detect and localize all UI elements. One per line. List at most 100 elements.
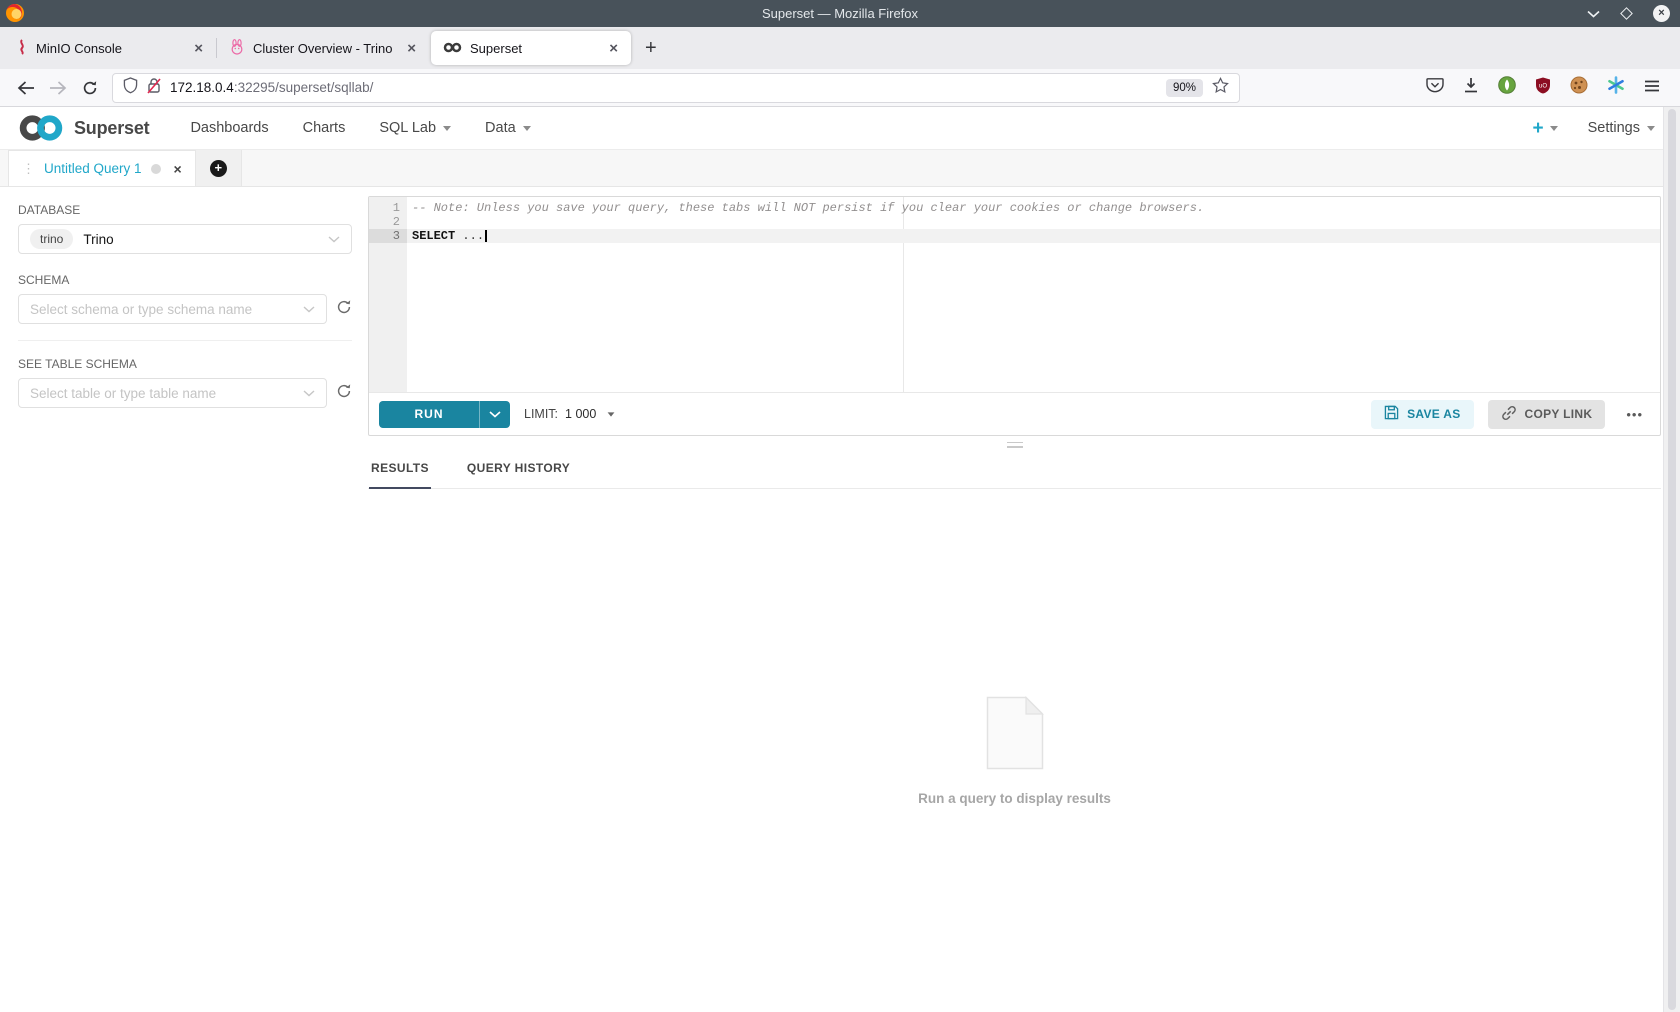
run-button[interactable]: RUN: [379, 400, 510, 428]
settings-label: Settings: [1587, 120, 1640, 136]
page-scrollbar[interactable]: [1663, 107, 1680, 1012]
tab-close-icon[interactable]: ×: [191, 40, 206, 57]
extension-green-icon[interactable]: [1498, 76, 1516, 99]
nav-charts[interactable]: Charts: [286, 120, 363, 136]
window-close-icon[interactable]: ×: [1653, 5, 1670, 22]
query-tab-close-icon[interactable]: ×: [174, 161, 182, 177]
copy-link-button[interactable]: COPY LINK: [1487, 399, 1606, 429]
url-text[interactable]: 172.18.0.4:32295/superset/sqllab/: [170, 80, 373, 95]
chevron-down-icon: [303, 389, 315, 397]
table-placeholder: Select table or type table name: [30, 385, 217, 401]
url-host: 172.18.0.4: [170, 80, 234, 95]
database-label: DATABASE: [18, 203, 81, 217]
brand-name: Superset: [74, 117, 150, 138]
sql-code-rest: ...: [455, 229, 485, 243]
forward-icon[interactable]: [42, 80, 74, 95]
scrollbar-thumb[interactable]: [1668, 109, 1676, 1010]
bookmark-star-icon[interactable]: [1212, 77, 1229, 98]
browser-tab-title: Cluster Overview - Trino: [253, 40, 393, 56]
line-number: 1: [392, 201, 400, 215]
tab-query-history[interactable]: QUERY HISTORY: [465, 451, 572, 488]
window-minimize-icon[interactable]: [1587, 5, 1600, 23]
back-icon[interactable]: [10, 80, 42, 95]
empty-document-icon: [986, 695, 1044, 775]
window-title: Superset — Mozilla Firefox: [761, 6, 919, 21]
sparkle-extension-icon[interactable]: [1607, 76, 1625, 99]
nav-label: SQL Lab: [379, 120, 437, 136]
minio-favicon-icon: [16, 38, 28, 58]
new-tab-button[interactable]: +: [633, 37, 669, 60]
url-path: :32295/superset/sqllab/: [233, 80, 374, 95]
menu-hamburger-icon[interactable]: [1644, 79, 1660, 97]
main-nav: Dashboards Charts SQL Lab Data: [173, 120, 547, 136]
settings-menu[interactable]: Settings: [1588, 120, 1655, 136]
browser-tab-minio[interactable]: MinIO Console ×: [4, 27, 216, 69]
drag-handle-icon[interactable]: ⋮: [22, 161, 35, 177]
tab-close-icon[interactable]: ×: [404, 40, 419, 57]
superset-favicon-icon: [443, 41, 462, 56]
limit-label: LIMIT:: [524, 407, 559, 421]
cookie-icon[interactable]: [1570, 76, 1588, 99]
ublock-shield-icon[interactable]: uO: [1535, 77, 1551, 99]
nav-data[interactable]: Data: [468, 120, 548, 136]
query-tab-untitled[interactable]: ⋮ Untitled Query 1 ×: [8, 150, 196, 186]
superset-logo-icon: [19, 115, 63, 141]
nav-label: Dashboards: [190, 120, 269, 136]
caret-down-icon: [1549, 125, 1558, 131]
line-number-gutter: 1 2 3: [369, 197, 407, 392]
save-icon: [1384, 405, 1399, 423]
superset-brand[interactable]: Superset: [17, 115, 150, 141]
plus-circle-icon: +: [209, 159, 227, 177]
add-query-tab-button[interactable]: +: [195, 150, 242, 186]
empty-state-message: Run a query to display results: [918, 790, 1111, 806]
svg-text:uO: uO: [1539, 83, 1547, 89]
shield-icon[interactable]: [123, 76, 138, 99]
code-editor-area[interactable]: 1 2 3 -- Note: Unless you save your quer…: [369, 197, 1660, 392]
sql-editor: 1 2 3 -- Note: Unless you save your quer…: [368, 196, 1661, 436]
pocket-icon[interactable]: [1426, 77, 1444, 98]
refresh-table-icon[interactable]: [336, 383, 352, 404]
limit-dropdown[interactable]: LIMIT: 1 000: [524, 407, 615, 421]
tab-results[interactable]: RESULTS: [369, 451, 431, 489]
chevron-down-icon: [328, 235, 340, 243]
save-as-button[interactable]: SAVE AS: [1371, 399, 1474, 429]
url-bar[interactable]: 172.18.0.4:32295/superset/sqllab/ 90%: [112, 72, 1240, 103]
link-icon: [1501, 405, 1517, 424]
insecure-lock-icon[interactable]: [147, 77, 161, 99]
limit-value: 1 000: [565, 407, 597, 421]
more-options-button[interactable]: •••: [1619, 407, 1650, 422]
browser-tab-superset[interactable]: Superset ×: [431, 31, 631, 65]
chevron-down-icon: [303, 305, 315, 313]
sqllab-main: 1 2 3 -- Note: Unless you save your quer…: [368, 187, 1680, 1012]
zoom-level-badge[interactable]: 90%: [1165, 78, 1203, 97]
caret-down-icon: [522, 125, 531, 131]
tab-close-icon[interactable]: ×: [606, 40, 621, 57]
table-select[interactable]: Select table or type table name: [18, 378, 327, 408]
schema-select[interactable]: Select schema or type schema name: [18, 294, 327, 324]
database-select[interactable]: trino Trino: [18, 224, 352, 254]
nav-sql-lab[interactable]: SQL Lab: [362, 120, 468, 136]
run-button-label[interactable]: RUN: [379, 400, 479, 428]
downloads-icon[interactable]: [1463, 77, 1479, 98]
copy-link-label: COPY LINK: [1524, 407, 1593, 421]
refresh-schema-icon[interactable]: [336, 299, 352, 320]
browser-tab-title: MinIO Console: [36, 40, 122, 56]
database-badge: trino: [30, 229, 74, 249]
reload-icon[interactable]: [74, 80, 106, 96]
plus-icon: +: [1532, 117, 1544, 139]
nav-label: Charts: [302, 120, 346, 136]
caret-down-icon: [443, 125, 452, 131]
new-dropdown-button[interactable]: +: [1532, 117, 1558, 139]
editor-toolbar: RUN LIMIT: 1 000 SAVE AS COPY LINK •••: [369, 392, 1660, 435]
sidebar-divider: [18, 340, 352, 341]
results-tab-bar: RESULTS QUERY HISTORY: [368, 451, 1661, 489]
caret-down-icon: [1647, 125, 1655, 131]
run-options-chevron[interactable]: [479, 400, 510, 428]
sql-empty-line: [412, 215, 1660, 229]
window-maximize-icon[interactable]: [1620, 7, 1633, 20]
query-tab-bar: ⋮ Untitled Query 1 × +: [0, 150, 1680, 187]
browser-tab-trino[interactable]: Cluster Overview - Trino ×: [217, 27, 429, 69]
nav-dashboards[interactable]: Dashboards: [173, 120, 285, 136]
pane-resize-handle[interactable]: [368, 438, 1661, 451]
save-as-label: SAVE AS: [1407, 407, 1461, 421]
